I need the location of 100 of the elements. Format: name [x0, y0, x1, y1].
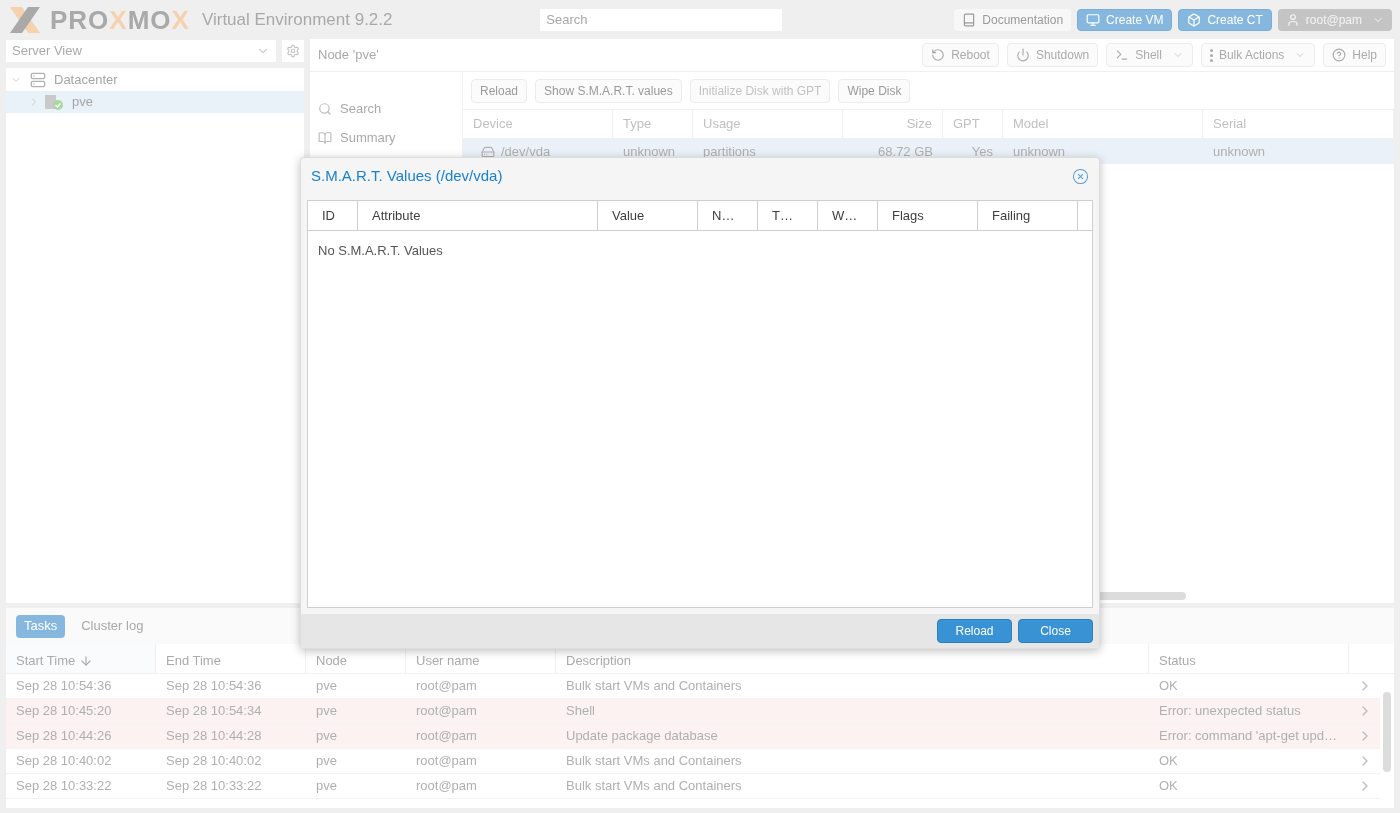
search-icon — [318, 101, 332, 116]
task-row[interactable]: Sep 28 10:45:20 Sep 28 10:54:34 pve root@pam Shell Error: unexpected status — [6, 699, 1380, 724]
header-button[interactable]: Create CT — [1178, 8, 1272, 31]
table-cell-text: root@pam — [415, 677, 478, 696]
book-icon — [962, 12, 977, 27]
task-row[interactable]: Sep 28 10:40:02 Sep 28 10:40:02 pve root@pam Bulk start VMs and Containers OK — [6, 749, 1380, 774]
settings-icon — [286, 44, 300, 58]
toolbar-button[interactable]: Show S.M.A.R.T. values — [535, 78, 682, 103]
table-cell-text: Yes — [970, 142, 994, 161]
table-cell-text: Sep 28 10:45:20 — [15, 702, 113, 721]
table-cell-text: pve — [315, 727, 338, 746]
tab[interactable]: Tasks — [16, 614, 66, 638]
table-cell-text: Sep 28 10:33:22 — [15, 777, 113, 796]
nav-item[interactable]: Search — [310, 94, 462, 123]
table-cell-text: root@pam — [415, 702, 478, 721]
toolbar-button[interactable]: Help — [1323, 43, 1386, 67]
table-cell-text: Sep 28 10:33:22 — [165, 777, 263, 796]
reload-icon — [931, 48, 946, 62]
column-header[interactable]: N… — [698, 201, 758, 230]
dialog-title: S.M.A.R.T. Values (/dev/vda) — [311, 165, 504, 186]
logo-letters: MO — [127, 4, 172, 35]
table-cell-text: partitions — [702, 142, 757, 161]
tab[interactable]: Cluster log — [73, 614, 152, 638]
toolbar-button[interactable]: Wipe Disk — [838, 78, 911, 103]
help-icon — [1332, 48, 1347, 62]
terminal-icon — [1115, 48, 1130, 62]
node-online-icon — [44, 94, 64, 110]
column-header[interactable]: Flags — [878, 201, 978, 230]
dialog-button[interactable]: Close — [1018, 619, 1093, 643]
column-header[interactable]: Status — [1149, 644, 1349, 673]
column-header[interactable]: T… — [758, 201, 818, 230]
column-header[interactable]: Device — [463, 110, 613, 138]
view-select[interactable]: Server View — [6, 40, 276, 62]
dots-icon — [1209, 48, 1213, 62]
header-button[interactable]: Create VM — [1077, 8, 1173, 31]
toolbar-button[interactable]: Shell — [1106, 43, 1193, 67]
column-header[interactable]: Value — [598, 201, 698, 230]
column-header[interactable]: GPT — [943, 110, 1003, 138]
nav-item[interactable]: Summary — [310, 123, 462, 152]
dialog-button[interactable]: Reload — [937, 619, 1012, 643]
table-cell-text: Sep 28 10:54:36 — [15, 677, 113, 696]
search-field[interactable]: Search — [540, 8, 783, 31]
power-icon — [1015, 48, 1030, 62]
logo-letters: X — [109, 4, 128, 35]
column-header[interactable]: Serial — [1203, 110, 1394, 138]
table-cell-text: pve — [315, 777, 338, 796]
table-cell-text: unknown — [1212, 142, 1267, 161]
table-cell-text: Sep 28 10:54:36 — [165, 677, 263, 696]
table-cell-text: root@pam — [415, 777, 478, 796]
table-cell-text: pve — [315, 752, 338, 771]
task-row[interactable]: Sep 28 10:33:22 Sep 28 10:33:22 pve root@pam Bulk start VMs and Containers OK — [6, 774, 1380, 799]
column-header[interactable]: Size — [843, 110, 943, 138]
table-cell-text: Error: unexpected status — [1158, 702, 1302, 721]
table-cell-text: root@pam — [415, 752, 478, 771]
toolbar-button[interactable]: Reload — [471, 78, 528, 103]
column-header[interactable]: ID — [308, 201, 358, 230]
task-row[interactable]: Sep 28 10:44:26 Sep 28 10:44:28 pve root@pam Update package database Error: command 'apt-get upd… — [6, 724, 1380, 749]
table-cell-text: OK — [1158, 777, 1179, 796]
header-button[interactable]: Documentation — [954, 8, 1072, 31]
table-cell-text: unknown — [1012, 142, 1067, 161]
table-cell-text: Sep 28 10:44:26 — [15, 727, 113, 746]
settings-button[interactable] — [282, 40, 304, 62]
toolbar-button[interactable]: Bulk Actions — [1200, 43, 1316, 67]
logo-letters: X — [171, 4, 190, 35]
table-cell-text: Sep 28 10:44:28 — [165, 727, 263, 746]
table-cell-text: Sep 28 10:40:02 — [15, 752, 113, 771]
logo-icon — [8, 4, 42, 35]
table-cell-text: Shell — [565, 702, 596, 721]
monitor-icon — [1086, 12, 1101, 27]
table-cell-text: Error: command 'apt-get upd… — [1158, 727, 1339, 746]
table-cell-text: 68.72 GB — [877, 142, 934, 161]
table-cell-text: OK — [1158, 752, 1179, 771]
column-header[interactable]: Type — [613, 110, 693, 138]
user-icon — [1285, 12, 1300, 27]
panel-title: Node 'pve' — [318, 46, 380, 65]
column-header[interactable]: W… — [818, 201, 878, 230]
table-cell-text: Update package database — [565, 727, 719, 746]
table-cell-text: root@pam — [415, 727, 478, 746]
column-header[interactable]: Usage — [693, 110, 843, 138]
toolbar-button[interactable]: Shutdown — [1006, 43, 1099, 67]
column-header[interactable]: Failing — [978, 201, 1078, 230]
empty-message: No S.M.A.R.T. Values — [318, 243, 443, 258]
close-icon[interactable] — [1072, 167, 1089, 185]
column-header[interactable]: Attribute — [358, 201, 598, 230]
tree-item[interactable]: pve — [6, 91, 304, 113]
table-cell-text: pve — [315, 702, 338, 721]
table-cell-text: Bulk start VMs and Containers — [565, 752, 743, 771]
toolbar-button[interactable]: Reboot — [922, 43, 999, 67]
table-cell-text: unknown — [622, 142, 677, 161]
table-cell-text: OK — [1158, 677, 1179, 696]
table-cell-text: pve — [315, 677, 338, 696]
cube-icon — [1187, 12, 1202, 27]
column-header[interactable]: Model — [1003, 110, 1203, 138]
tree-item[interactable]: Datacenter — [6, 69, 304, 91]
column-header[interactable]: Start Time — [6, 644, 156, 673]
table-cell-text: Bulk start VMs and Containers — [565, 777, 743, 796]
table-cell-text: Sep 28 10:40:02 — [165, 752, 263, 771]
table-cell-text: Bulk start VMs and Containers — [565, 677, 743, 696]
table-cell-text: Sep 28 10:54:34 — [165, 702, 263, 721]
logo-letters: PRO — [50, 4, 110, 35]
